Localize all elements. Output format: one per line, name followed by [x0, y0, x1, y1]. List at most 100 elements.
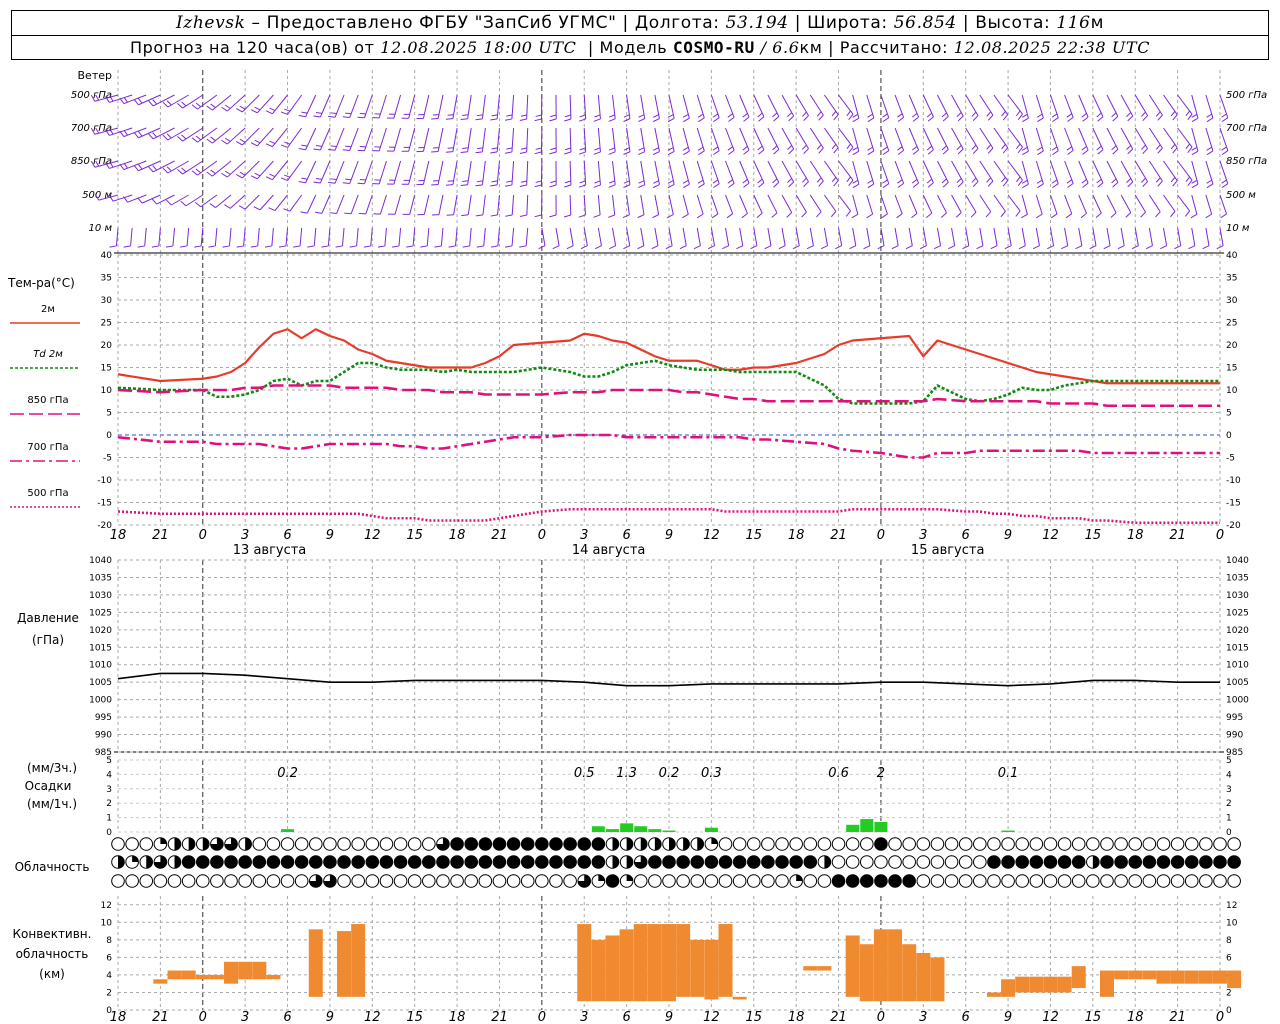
wind-barb [993, 127, 1009, 154]
cloud-circle [563, 874, 577, 888]
cloud-symbol [506, 874, 521, 888]
wind-barb-flag [712, 179, 719, 184]
wind-barb-flag [1188, 245, 1196, 250]
conv-cloud-bar [619, 929, 634, 1002]
wind-barb-staff [1092, 194, 1102, 214]
wind-barb-flag [1051, 113, 1058, 118]
wind-barb-flag [462, 147, 469, 149]
wind-barb-flag [867, 146, 873, 151]
cloud-circle [294, 837, 309, 851]
wind-barb-flag [1022, 117, 1029, 123]
wind-barb-flag [1160, 245, 1167, 250]
time-tick-label-bottom: 18 [788, 1010, 805, 1024]
pressure-ytick-left: 995 [95, 713, 112, 723]
pressure-ytick-right: 1015 [1226, 643, 1249, 653]
cloud-fill [464, 837, 478, 851]
wind-barb-flag [986, 177, 992, 183]
pressure-ytick-left: 990 [95, 731, 112, 741]
cloud-fill [224, 855, 238, 869]
cloud-symbol [337, 855, 351, 869]
wind-barb-flag [1140, 211, 1146, 218]
wind-barb [564, 160, 572, 188]
cloud-symbol [1213, 874, 1227, 888]
wind-barb [1177, 194, 1191, 217]
cloud-symbol [478, 855, 493, 869]
wind-barb-flag [926, 145, 933, 151]
wind-barb [265, 160, 288, 181]
cloud-circle [1114, 837, 1128, 851]
wind-barb [922, 160, 934, 188]
wind-barb-flag [133, 165, 139, 172]
conv-cloud-bar [167, 970, 182, 980]
wind-barb-staff [423, 194, 430, 215]
wind-barb-flag [1103, 245, 1111, 250]
wind-barb-flag [1142, 148, 1148, 154]
wind-barb-flag [328, 148, 336, 151]
wind-barb-flag [313, 148, 321, 151]
wind-barb [894, 160, 905, 188]
conv-unit: (км) [39, 967, 65, 981]
cloud-symbol [916, 874, 931, 888]
wind-barb-flag [1032, 245, 1040, 250]
cloud-fill [450, 855, 464, 869]
wind-barb-staff [1106, 227, 1111, 246]
precip-ytick-left: 4 [106, 770, 112, 780]
cloud-circle [111, 874, 125, 888]
wind-barb [976, 227, 984, 250]
cloud-circle [1213, 837, 1227, 851]
wind-barb-staff [753, 194, 763, 214]
wind-barb [194, 227, 204, 248]
wind-barb-flag [1051, 179, 1058, 184]
wind-barb-staff [185, 194, 204, 207]
conv-ytick-left: 10 [101, 918, 113, 928]
wind-barb-flag [697, 113, 704, 118]
wind-barb [519, 194, 529, 217]
wind-barb [1092, 194, 1102, 219]
wind-barb-flag [1112, 149, 1119, 155]
cloud-circle [1156, 874, 1171, 888]
cloud-symbol [563, 874, 577, 888]
wind-barb [1078, 127, 1089, 155]
wind-barb-flag [1206, 150, 1214, 156]
wind-barb [866, 194, 874, 219]
wind-barb-flag [1187, 146, 1193, 153]
cloud-circle [1029, 837, 1044, 851]
wind-barb-flag [566, 245, 574, 250]
cloud-symbol [944, 837, 959, 851]
wind-barb-flag [1206, 146, 1212, 151]
cloud-circle [181, 874, 196, 888]
wind-barb-flag [550, 180, 557, 184]
wind-barb-flag [293, 245, 301, 248]
wind-barb [908, 160, 920, 188]
wind-barb-flag [1126, 178, 1132, 184]
wind-barb [363, 227, 373, 248]
cloud-fill [612, 855, 619, 869]
cloud-symbol [407, 855, 422, 869]
wind-barb-staff [583, 194, 586, 215]
wind-barb-flag [462, 180, 469, 182]
wind-barb [979, 94, 994, 121]
wind-barb-flag [608, 180, 615, 184]
precip-ytick-left: 1 [106, 814, 112, 824]
wind-barb-flag [254, 172, 261, 177]
conv-cloud-bar [902, 944, 917, 1002]
wind-barb-flag [1061, 245, 1068, 250]
wind-barb-flag [137, 98, 143, 104]
wind-barb [1163, 127, 1178, 154]
cloud-symbol [577, 837, 592, 851]
time-tick-label-bottom: 6 [283, 1010, 291, 1024]
conv-ytick-left: 6 [106, 953, 112, 963]
cloud-fill [422, 855, 436, 869]
wind-barb-flag [328, 115, 336, 118]
cloud-symbol [803, 837, 818, 851]
wind-barb-staff [569, 227, 574, 246]
wind-barb-flag [579, 114, 586, 118]
wind-barb-flag [743, 116, 750, 122]
wind-barb-staff [144, 227, 147, 246]
wind-barb-staff [795, 227, 800, 246]
cloud-circle [775, 837, 789, 851]
cloud-fill [210, 855, 224, 869]
cloud-symbol [916, 855, 931, 869]
cloud-circle [351, 874, 365, 888]
cloud-circle [1156, 837, 1171, 851]
